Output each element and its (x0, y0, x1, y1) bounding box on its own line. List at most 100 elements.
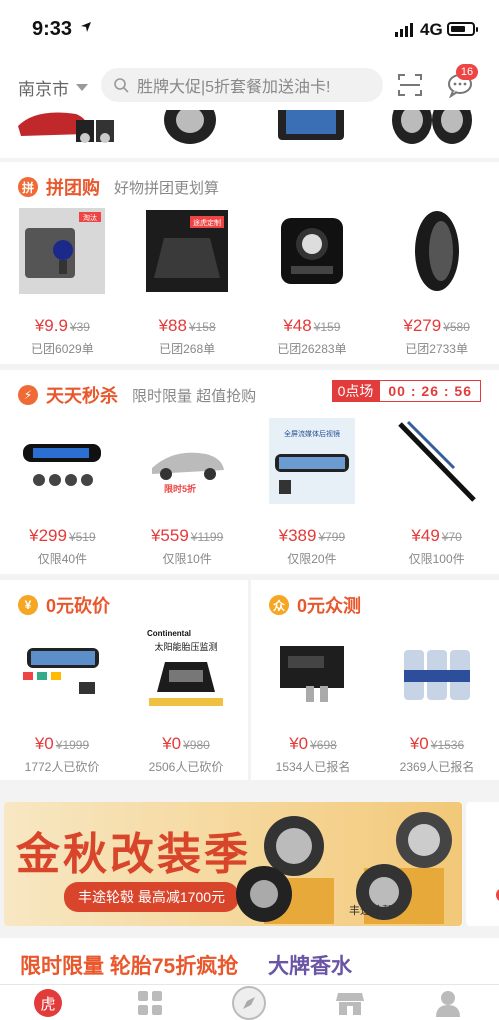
perfume-link[interactable]: 大牌香水 (268, 950, 352, 980)
status-bar: 9:33 4G (0, 0, 499, 60)
phone-holder-image: 淘汰 (19, 208, 106, 294)
coin-icon: ¥ (18, 595, 38, 615)
product-limit: 仅限10件 (162, 552, 212, 566)
wiper-blade-image (394, 418, 480, 504)
tire-thumbnail[interactable] (160, 110, 220, 148)
svg-text:限时5折: 限时5折 (164, 483, 196, 494)
flash-sale-section: ⚡ 天天秒杀 限时限量 超值抢购 0点场 00 : 26 : 56 ¥299 ¥5… (0, 370, 499, 574)
bottom-tab-bar: 虎 (0, 984, 499, 1020)
car-screen-thumbnail[interactable] (276, 110, 346, 144)
tab-category[interactable] (130, 985, 170, 1020)
tab-home[interactable]: 虎 (28, 985, 68, 1020)
product-sold: 已团268单 (159, 342, 216, 356)
signup-count: 1534人已报名 (275, 760, 351, 774)
product-sold: 已团6029单 (31, 342, 94, 356)
product-card[interactable]: Continental 太阳能胎压监测 ¥0 ¥980 2506人已砍价 (124, 626, 248, 775)
compass-icon (232, 986, 266, 1020)
group-buy-subtitle: 好物拼团更划算 (114, 179, 220, 197)
crowd-test-section: 众 0元众测 ¥0 ¥698 1534人已报名 ¥0 ¥1536 2369人已报名 (251, 580, 499, 780)
session-label: 0点场 (331, 380, 380, 402)
grid-icon (138, 991, 162, 1015)
crowd-test-header[interactable]: 众 0元众测 (269, 592, 361, 618)
bargain-count: 1772人已砍价 (24, 760, 100, 774)
product-price: ¥299 ¥519 (29, 526, 96, 545)
product-card[interactable]: 淘汰 ¥9.9 ¥39 已团6029单 (0, 208, 125, 357)
banner-offer: 丰途轮毂 最高减1700元 (64, 882, 240, 912)
crowd-test-title: 0元众测 (297, 596, 362, 616)
top-header: 南京市 胜牌大促|5折套餐加送油卡! 16 (0, 60, 499, 110)
promo-row: 限时限量 轮胎75折疯抢 大牌香水 (0, 938, 499, 984)
location-arrow-icon (81, 22, 91, 32)
svg-text:太阳能胎压监测: 太阳能胎压监测 (154, 641, 217, 652)
category-product-strip (0, 110, 499, 158)
product-limit: 仅限40件 (37, 552, 88, 566)
bargain-count: 2506人已砍价 (148, 760, 224, 774)
city-label: 南京市 (18, 80, 69, 99)
tab-store[interactable] (330, 985, 370, 1020)
group-buy-icon: 拼 (18, 177, 38, 197)
tab-discover[interactable] (229, 985, 269, 1020)
network-type: 4G (420, 20, 443, 39)
tire-image (394, 208, 480, 294)
product-card[interactable]: ¥279 ¥580 已团2733单 (374, 208, 499, 357)
product-card[interactable]: ¥0 ¥1536 2369人已报名 (375, 626, 499, 775)
product-card[interactable]: 全屏流媒体后视镜 ¥389 ¥799 仅限20件 (250, 418, 375, 567)
promo-banner[interactable]: 金秋改装季 丰途轮毂 最高减1700元 丰途轮毂 (4, 802, 462, 926)
product-price: ¥389 ¥799 (278, 526, 346, 545)
status-time: 9:33 (32, 18, 73, 40)
product-price: ¥0 ¥1536 (409, 734, 465, 753)
flash-sale-header[interactable]: ⚡ 天天秒杀 限时限量 超值抢购 (18, 382, 256, 408)
tire-sale-link[interactable]: 限时限量 轮胎75折疯抢 (20, 950, 238, 980)
led-bulb-box-image (270, 626, 356, 712)
dashcam-image (19, 626, 105, 712)
people-icon: 众 (269, 595, 289, 615)
next-banner-peek[interactable] (466, 802, 499, 926)
product-price: ¥88 ¥158 (158, 316, 216, 335)
product-sold: 已团2733单 (405, 342, 468, 356)
product-card[interactable]: ¥49 ¥70 仅限100件 (374, 418, 499, 567)
product-card[interactable]: 限时5折 ¥559 ¥1199 仅限10件 (125, 418, 250, 567)
car-headlight-thumbnail[interactable] (16, 110, 116, 146)
group-buy-header[interactable]: 拼 拼团购 好物拼团更划算 (18, 174, 219, 200)
wheel-rims-image (236, 812, 452, 924)
svg-text:全屏流媒体后视镜: 全屏流媒体后视镜 (284, 429, 340, 438)
product-card[interactable]: ¥48 ¥159 已团26283单 (250, 208, 375, 357)
tab-profile[interactable] (428, 985, 468, 1020)
chevron-down-icon (76, 84, 88, 91)
svg-text:淘汰: 淘汰 (83, 213, 97, 222)
lightning-icon: ⚡ (18, 385, 38, 405)
product-price: ¥49 ¥70 (411, 526, 462, 545)
air-pump-image (269, 208, 355, 294)
solar-tpms-image: Continental 太阳能胎压监测 (143, 626, 229, 712)
product-limit: 仅限20件 (287, 552, 337, 566)
signup-count: 2369人已报名 (399, 760, 475, 774)
bargain-header[interactable]: ¥ 0元砍价 (18, 592, 110, 618)
trunk-mat-image: 途虎定制 (144, 208, 231, 294)
product-price: ¥0 ¥698 (289, 734, 337, 753)
product-price: ¥0 ¥1999 (34, 734, 90, 753)
group-buy-title: 拼团购 (46, 178, 100, 198)
banner-headline: 金秋改装季 (16, 829, 251, 880)
product-limit: 仅限100件 (408, 552, 465, 566)
search-icon (114, 78, 129, 93)
bargain-title: 0元砍价 (46, 596, 111, 616)
product-price: ¥9.9 ¥39 (34, 316, 90, 335)
product-card[interactable]: ¥0 ¥698 1534人已报名 (251, 626, 375, 775)
group-buy-section: 拼 拼团购 好物拼团更划算 淘汰 ¥9.9 ¥39 已团6029单 途虎定制 ¥8… (0, 162, 499, 364)
scan-icon[interactable] (397, 72, 423, 98)
product-card[interactable]: ¥0 ¥1999 1772人已砍价 (0, 626, 124, 775)
search-bar[interactable]: 胜牌大促|5折套餐加送油卡! (101, 68, 383, 102)
product-sold: 已团26283单 (277, 342, 347, 356)
svg-text:途虎定制: 途虎定制 (193, 218, 221, 227)
car-care-bottles-image (394, 626, 480, 712)
city-selector[interactable]: 南京市 (18, 75, 88, 100)
bargain-section: ¥ 0元砍价 ¥0 ¥1999 1772人已砍价 Continental 太阳能胎压… (0, 580, 248, 780)
battery-icon (447, 22, 478, 36)
store-icon (336, 993, 364, 1015)
tiger-home-icon: 虎 (34, 989, 62, 1017)
product-card[interactable]: 途虎定制 ¥88 ¥158 已团268单 (125, 208, 250, 357)
product-card[interactable]: ¥299 ¥519 仅限40件 (0, 418, 125, 567)
search-placeholder: 胜牌大促|5折套餐加送油卡! (137, 79, 331, 96)
wheel-thumbnail[interactable] (390, 110, 474, 148)
banner-brand: 丰途轮毂 (349, 905, 393, 917)
